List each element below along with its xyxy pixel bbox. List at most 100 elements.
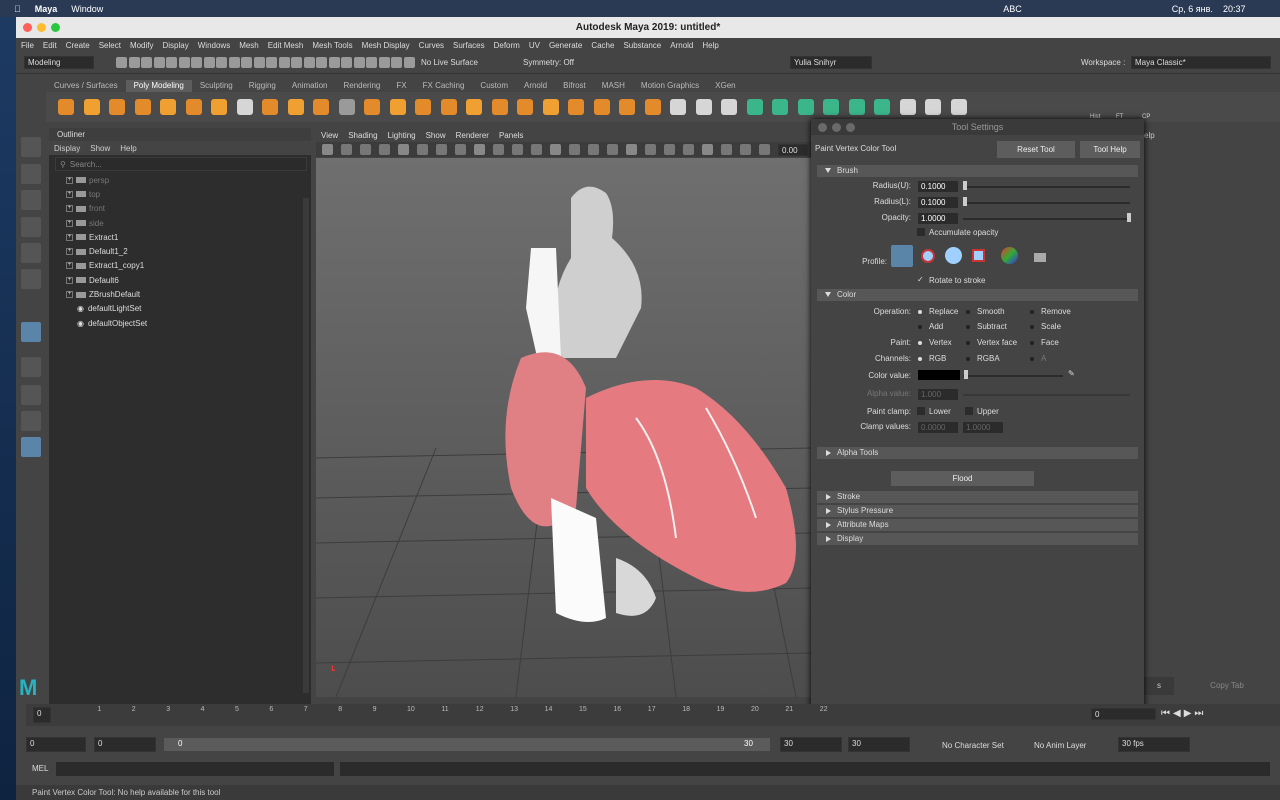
- chans-radio[interactable]: [966, 357, 970, 361]
- outliner-menu-help[interactable]: Help: [120, 144, 136, 153]
- single-layout-icon[interactable]: [21, 357, 41, 377]
- input-source[interactable]: ABC: [1003, 4, 1022, 14]
- outliner-item[interactable]: + Extract1_copy1: [49, 259, 311, 273]
- status-tool-icon-12[interactable]: [266, 57, 277, 68]
- viewport-tool-icon-0[interactable]: [322, 144, 333, 155]
- close-icon[interactable]: [23, 23, 32, 32]
- menu-mesh[interactable]: Mesh: [239, 41, 259, 50]
- playback-controls-icon[interactable]: ⏮◀▶⏭: [1161, 708, 1206, 719]
- shelf-tool-icon-32[interactable]: [874, 99, 890, 115]
- viewport-tool-icon-14[interactable]: [588, 144, 599, 155]
- outliner-menu-display[interactable]: Display: [54, 144, 80, 153]
- menu-generate[interactable]: Generate: [549, 41, 582, 50]
- ops-radio[interactable]: [1030, 325, 1034, 329]
- shelf-tool-icon-5[interactable]: [185, 99, 202, 115]
- radius-l-knob[interactable]: [963, 197, 967, 206]
- shelf-tool-icon-12[interactable]: [364, 99, 380, 115]
- status-tool-icon-7[interactable]: [203, 57, 215, 68]
- shelf-tab-poly-modeling[interactable]: Poly Modeling: [125, 80, 192, 92]
- menu-mesh-display[interactable]: Mesh Display: [362, 41, 410, 50]
- end-time-input[interactable]: 30: [848, 737, 910, 752]
- accumulate-checkbox[interactable]: [917, 228, 925, 236]
- viewport-menu-renderer[interactable]: Renderer: [456, 130, 489, 142]
- profile-gaussian-icon[interactable]: [891, 245, 913, 267]
- move-tool-icon[interactable]: [21, 217, 41, 237]
- radius-u-slider[interactable]: [963, 186, 1130, 188]
- ops-radio[interactable]: [966, 325, 970, 329]
- shelf-tab-fx-caching[interactable]: FX Caching: [415, 80, 473, 92]
- paint-vertex-tool-icon[interactable]: [21, 322, 41, 342]
- shelf-tool-icon-31[interactable]: [848, 99, 865, 115]
- shelf-tab-animation[interactable]: Animation: [284, 80, 336, 92]
- shelf-tab-rendering[interactable]: Rendering: [335, 80, 388, 92]
- expand-icon[interactable]: +: [66, 248, 73, 256]
- paints-radio[interactable]: [1030, 341, 1034, 345]
- viewport-tool-icon-10[interactable]: [512, 144, 523, 155]
- outliner-item[interactable]: + front: [49, 202, 311, 216]
- character-set-dropdown[interactable]: No Character Set: [942, 741, 1004, 750]
- rotate-checkbox[interactable]: ✓: [917, 275, 924, 284]
- radius-l-input[interactable]: 0.1000: [918, 197, 958, 208]
- shelf-tab-rigging[interactable]: Rigging: [241, 80, 284, 92]
- outliner-item[interactable]: + side: [49, 216, 311, 230]
- shelf-tool-icon-19[interactable]: [542, 99, 559, 115]
- viewport-tool-icon-5[interactable]: [417, 144, 428, 155]
- status-tool-icon-11[interactable]: [253, 57, 265, 68]
- shelf-tool-icon-34[interactable]: [925, 99, 941, 115]
- current-frame-input[interactable]: 0: [1091, 708, 1156, 720]
- status-tool-icon-8[interactable]: [216, 57, 227, 68]
- status-tool-icon-14[interactable]: [291, 57, 302, 68]
- start-time-input[interactable]: 0: [26, 737, 86, 752]
- status-tool-icon-23[interactable]: [403, 57, 415, 68]
- status-tool-icon-1[interactable]: [128, 57, 140, 68]
- radius-l-slider[interactable]: [963, 202, 1130, 204]
- viewport-tool-icon-9[interactable]: [493, 144, 504, 155]
- shelf-tool-icon-3[interactable]: [134, 99, 151, 115]
- shelf-tool-icon-25[interactable]: [695, 99, 712, 115]
- expand-icon[interactable]: +: [66, 262, 73, 270]
- viewport-tool-icon-12[interactable]: [550, 144, 561, 155]
- viewport-menu-shading[interactable]: Shading: [348, 130, 377, 142]
- shelf-tool-icon-23[interactable]: [644, 99, 661, 115]
- mac-app-name[interactable]: Maya: [35, 4, 58, 14]
- shelf-tool-icon-2[interactable]: [109, 99, 125, 115]
- outliner-item[interactable]: + Default1_2: [49, 244, 311, 258]
- color-value-slider[interactable]: [963, 375, 1063, 377]
- alpha-tools-header[interactable]: Alpha Tools: [817, 447, 1138, 459]
- status-tool-icon-9[interactable]: [228, 57, 240, 68]
- viewport-tool-icon-22[interactable]: [740, 144, 751, 155]
- status-tool-icon-13[interactable]: [278, 57, 290, 68]
- select-tool-icon[interactable]: [21, 137, 41, 157]
- range-start-input[interactable]: 0: [94, 737, 156, 752]
- ts-minimize-icon[interactable]: [832, 123, 841, 132]
- chans-radio[interactable]: [1030, 357, 1034, 361]
- menu-edit[interactable]: Edit: [43, 41, 57, 50]
- shelf-tool-icon-16[interactable]: [466, 99, 482, 115]
- viewport-tool-icon-1[interactable]: [341, 144, 352, 155]
- shelf-tab-fx[interactable]: FX: [388, 80, 414, 92]
- menu-surfaces[interactable]: Surfaces: [453, 41, 485, 50]
- shelf-tab-mash[interactable]: MASH: [594, 80, 633, 92]
- minimize-icon[interactable]: [37, 23, 46, 32]
- shelf-tab-xgen[interactable]: XGen: [707, 80, 743, 92]
- profile-soft-icon[interactable]: [921, 249, 935, 263]
- status-tool-icon-16[interactable]: [316, 57, 327, 68]
- shelf-tool-icon-9[interactable]: [287, 99, 304, 115]
- shelf-tab-arnold[interactable]: Arnold: [516, 80, 555, 92]
- color-section-header[interactable]: Color: [817, 289, 1138, 301]
- four-view-icon[interactable]: [21, 385, 41, 405]
- workspace-dropdown[interactable]: Maya Classic*: [1131, 56, 1271, 69]
- rotate-tool-icon[interactable]: [21, 243, 41, 263]
- outliner-item[interactable]: ◉ defaultObjectSet: [49, 316, 311, 330]
- expand-icon[interactable]: +: [66, 176, 73, 184]
- shelf-tab-bifrost[interactable]: Bifrost: [555, 80, 594, 92]
- shelf-tool-icon-6[interactable]: [211, 99, 227, 115]
- brush-section-header[interactable]: Brush: [817, 165, 1138, 177]
- menu-substance[interactable]: Substance: [623, 41, 661, 50]
- expand-icon[interactable]: +: [66, 276, 73, 284]
- outliner-scrollbar[interactable]: [303, 198, 309, 693]
- viewport-tool-icon-20[interactable]: [702, 144, 713, 155]
- shelf-tool-icon-24[interactable]: [670, 99, 686, 115]
- shelf-tool-icon-21[interactable]: [593, 99, 610, 115]
- viewport-tool-icon-8[interactable]: [474, 144, 485, 155]
